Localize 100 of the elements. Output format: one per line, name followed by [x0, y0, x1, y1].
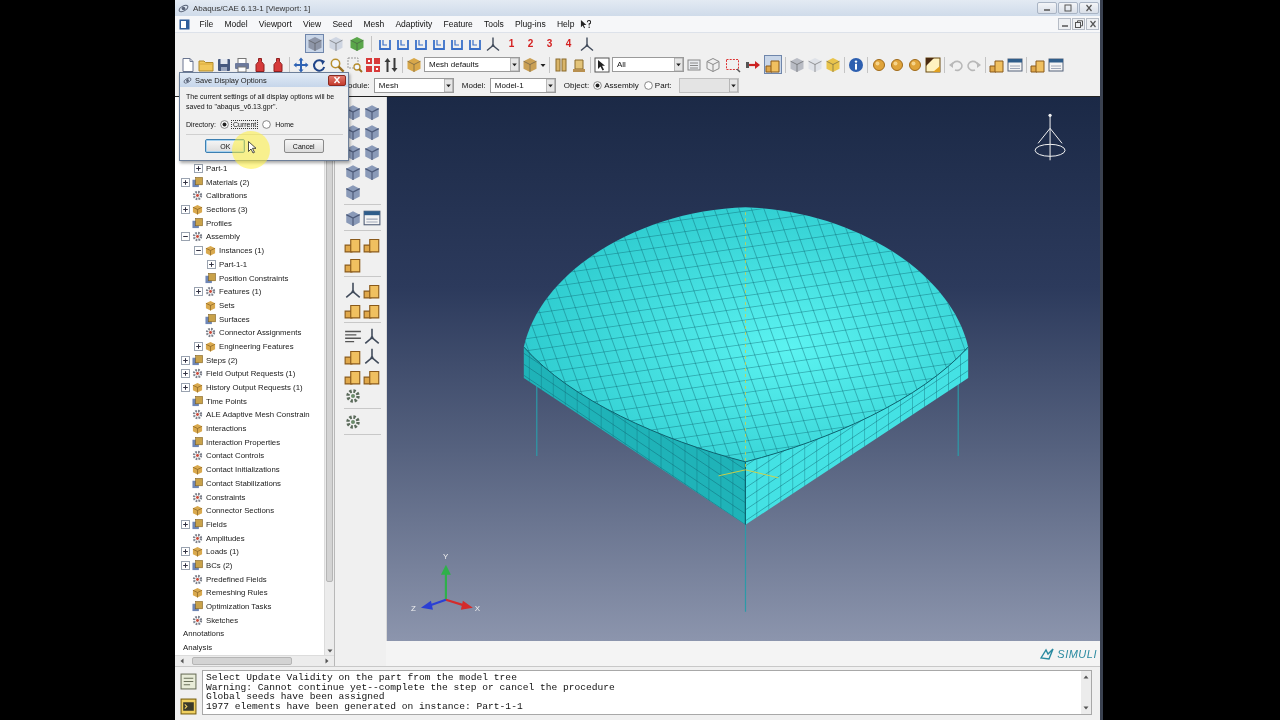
sphere-icon[interactable] — [907, 56, 923, 73]
scroll-left-icon[interactable] — [178, 657, 186, 665]
arrow-question-icon[interactable] — [580, 18, 591, 30]
rotate-icon[interactable] — [311, 56, 327, 73]
menu-item[interactable]: Seed — [326, 19, 358, 29]
mesh-defaults-dropdown[interactable]: Mesh defaults — [424, 57, 520, 72]
triad-icon[interactable] — [363, 327, 381, 345]
view-button[interactable]: 1 — [503, 34, 520, 53]
magnifier-icon[interactable] — [329, 56, 345, 73]
radio-label[interactable]: Part: — [654, 81, 672, 90]
dropdown-arrow-icon[interactable] — [510, 58, 519, 71]
gear-icon[interactable] — [344, 387, 362, 405]
plus-box-icon[interactable] — [181, 560, 190, 570]
close-button[interactable] — [328, 74, 346, 86]
pointer-box-icon[interactable] — [594, 56, 610, 73]
plus-box-icon[interactable] — [181, 369, 190, 379]
page-icon[interactable] — [180, 56, 196, 73]
minimize-button[interactable] — [1037, 2, 1057, 14]
plus-box-icon[interactable] — [181, 205, 190, 215]
radio-label[interactable]: Assembly — [604, 81, 639, 90]
plus-box-icon[interactable] — [181, 355, 190, 365]
cube-icon[interactable] — [825, 56, 841, 73]
four-squares-icon[interactable] — [365, 56, 381, 73]
window-icon[interactable] — [1048, 56, 1064, 73]
window-icon[interactable] — [1007, 56, 1023, 73]
block-icon[interactable] — [363, 143, 381, 161]
cube-icon[interactable] — [406, 56, 422, 73]
menu-item[interactable]: Plug-ins — [509, 19, 552, 29]
command-prompt-icon[interactable] — [180, 698, 197, 715]
close-button[interactable] — [1086, 18, 1099, 30]
dropdown-arrow-icon[interactable] — [674, 58, 683, 71]
menu-item[interactable]: Tools — [478, 19, 510, 29]
model-dropdown[interactable]: Model-1 — [489, 78, 556, 93]
dropdown-arrow-icon[interactable] — [443, 79, 453, 92]
module-dropdown[interactable]: Mesh — [373, 78, 454, 93]
menu-item[interactable]: Adaptivity — [389, 19, 438, 29]
scroll-right-icon[interactable] — [323, 657, 331, 665]
plus-box-icon[interactable] — [181, 177, 190, 187]
horizontal-scrollbar[interactable] — [175, 655, 334, 666]
bottle-icon[interactable] — [252, 56, 268, 73]
vertical-scrollbar[interactable] — [1081, 671, 1091, 714]
scroll-down-icon[interactable] — [1082, 704, 1090, 712]
plus-box-icon[interactable] — [181, 383, 190, 393]
info-icon[interactable] — [848, 56, 864, 73]
menu-item[interactable]: Viewport — [253, 19, 298, 29]
block-icon[interactable] — [344, 163, 362, 181]
plus-box-icon[interactable] — [194, 341, 203, 351]
render-style-button[interactable] — [347, 34, 366, 53]
pillars-icon[interactable] — [553, 56, 569, 73]
selection-tool-button[interactable] — [764, 55, 782, 74]
block-icon[interactable] — [344, 183, 362, 201]
menu-item[interactable]: File — [194, 19, 219, 29]
sphere-icon[interactable] — [871, 56, 887, 73]
cube-icon[interactable] — [789, 56, 805, 73]
block-icon[interactable] — [363, 163, 381, 181]
menu-item[interactable]: View — [297, 19, 327, 29]
minimize-button[interactable] — [1058, 18, 1071, 30]
menu-item[interactable]: Feature — [437, 19, 479, 29]
minus-box-icon[interactable] — [194, 246, 203, 256]
radio-button[interactable] — [262, 120, 272, 129]
selection-filter-dropdown[interactable]: All — [612, 57, 684, 72]
radio-button[interactable] — [219, 120, 229, 129]
menu-item[interactable]: Help — [551, 19, 580, 29]
sphere-icon[interactable] — [889, 56, 905, 73]
viewport-canvas[interactable]: Y Z X — [386, 97, 1100, 641]
block-icon[interactable] — [344, 209, 362, 227]
view-button[interactable]: 4 — [560, 34, 577, 53]
view-button[interactable]: 2 — [522, 34, 539, 53]
block-icon[interactable] — [363, 123, 381, 141]
view-compass-icon[interactable] — [1034, 113, 1066, 161]
gear-icon[interactable] — [344, 413, 362, 431]
radio-button[interactable] — [593, 81, 603, 90]
scroll-up-icon[interactable] — [1082, 673, 1090, 681]
picture-icon[interactable] — [925, 56, 941, 73]
triad-icon[interactable] — [485, 35, 501, 52]
block-icon[interactable] — [363, 103, 381, 121]
restore-button[interactable] — [1072, 18, 1085, 30]
menu-item[interactable]: Mesh — [357, 19, 390, 29]
triad-icon[interactable] — [363, 347, 381, 365]
dropdown-arrow-icon[interactable] — [545, 79, 555, 92]
plus-box-icon[interactable] — [181, 519, 190, 529]
radio-button[interactable] — [643, 81, 653, 90]
close-button[interactable] — [1079, 2, 1099, 14]
up-down-arrows-icon[interactable] — [383, 56, 399, 73]
message-log-icon[interactable] — [180, 673, 197, 690]
triad-icon[interactable] — [344, 281, 362, 299]
menu-item[interactable]: Model — [218, 19, 254, 29]
view-button[interactable]: 3 — [541, 34, 558, 53]
move-arrows-icon[interactable] — [293, 56, 309, 73]
printer-icon[interactable] — [234, 56, 250, 73]
window-icon[interactable] — [363, 209, 381, 227]
plus-box-icon[interactable] — [181, 547, 190, 557]
scrollbar-thumb[interactable] — [192, 657, 292, 665]
plus-box-icon[interactable] — [194, 287, 203, 297]
triad-icon[interactable] — [579, 35, 595, 52]
minus-box-icon[interactable] — [181, 232, 190, 242]
plus-box-icon[interactable] — [194, 164, 203, 174]
plus-box-icon[interactable] — [207, 259, 216, 269]
document-icon[interactable] — [179, 18, 190, 30]
bottle-icon[interactable] — [270, 56, 286, 73]
